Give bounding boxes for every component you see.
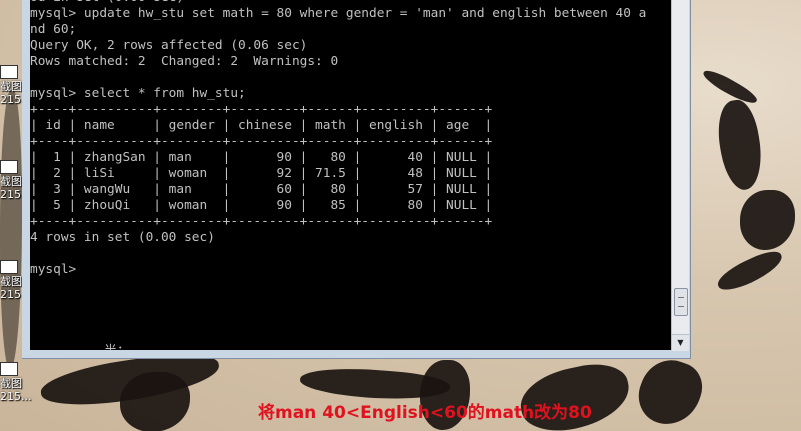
terminal-line: nd 60; <box>30 22 77 37</box>
scrollbar-thumb[interactable] <box>674 288 688 316</box>
scroll-down-arrow-icon[interactable]: ▼ <box>672 334 689 351</box>
image-file-icon <box>0 260 18 274</box>
terminal-line: Rows matched: 2 Changed: 2 Warnings: 0 <box>30 54 339 69</box>
terminal-line: | id | name | gender | chinese | math | … <box>30 118 493 133</box>
terminal-line: | 2 | liSi | woman | 92 | 71.5 | 48 | NU… <box>30 166 493 181</box>
terminal-line: mysql> <box>30 262 77 277</box>
brush-stroke <box>120 372 190 431</box>
terminal-line: | 1 | zhangSan | man | 90 | 80 | 40 | NU… <box>30 150 493 165</box>
terminal-output: ou in set (0.00 sec) mysql> update hw_st… <box>30 0 646 278</box>
image-file-icon <box>0 160 18 174</box>
terminal-line: +----+----------+--------+---------+----… <box>30 214 493 229</box>
terminal-line: mysql> select * from hw_stu; <box>30 86 246 101</box>
brush-stroke <box>713 246 787 296</box>
console-screen[interactable]: ou in set (0.00 sec) mysql> update hw_st… <box>30 0 671 350</box>
brush-stroke <box>740 190 795 250</box>
terminal-line: +----+----------+--------+---------+----… <box>30 134 493 149</box>
terminal-line: +----+----------+--------+---------+----… <box>30 102 493 117</box>
brush-stroke <box>630 351 710 431</box>
desktop-icon-screenshot[interactable]: 截图 215... <box>0 362 32 403</box>
mysql-console-window[interactable]: ou in set (0.00 sec) mysql> update hw_st… <box>22 0 691 359</box>
terminal-line: ou in set (0.00 sec) <box>30 0 184 5</box>
annotation-caption: 将man 40<English<60的math改为80 <box>258 403 592 423</box>
terminal-line: | 3 | wangWu | man | 60 | 80 | 57 | NULL… <box>30 182 493 197</box>
terminal-line: mysql> update hw_stu set math = 80 where… <box>30 6 647 21</box>
ime-indicator: 半： <box>104 340 130 350</box>
terminal-line: Query OK, 2 rows affected (0.06 sec) <box>30 38 308 53</box>
brush-stroke <box>712 97 768 193</box>
image-file-icon <box>0 65 18 79</box>
vertical-scrollbar[interactable]: ▼ <box>671 0 689 351</box>
terminal-line: | 5 | zhouQi | woman | 90 | 85 | 80 | NU… <box>30 198 493 213</box>
terminal-line: 4 rows in set (0.00 sec) <box>30 230 215 245</box>
image-file-icon <box>0 362 18 376</box>
brush-stroke <box>0 90 22 370</box>
